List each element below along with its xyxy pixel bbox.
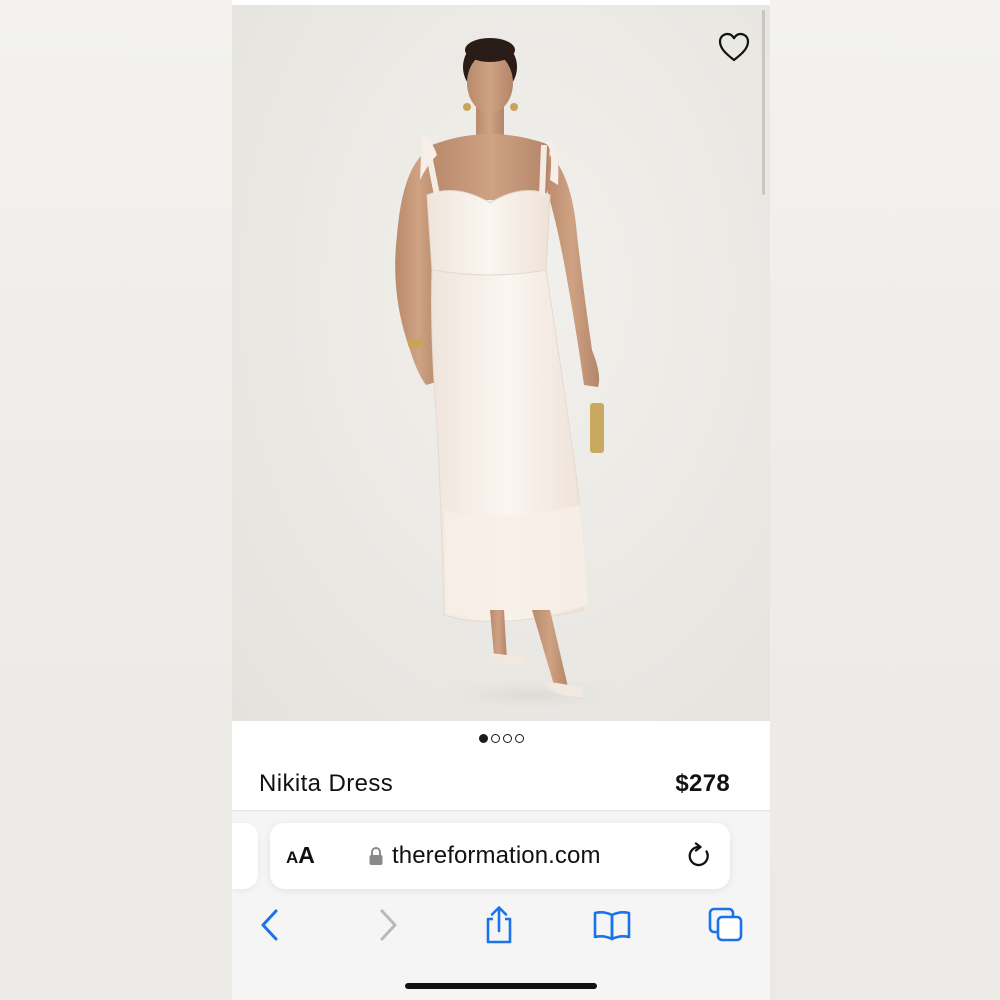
- carousel-dot-1[interactable]: [478, 733, 488, 743]
- browser-chrome: A A thereformation.com: [232, 811, 770, 1000]
- scroll-indicator[interactable]: [762, 10, 765, 195]
- carousel-dot-3[interactable]: [502, 733, 512, 743]
- forward-button[interactable]: [366, 903, 410, 947]
- background-right: [770, 0, 1000, 1000]
- wishlist-button[interactable]: [714, 27, 754, 67]
- chevron-left-icon: [261, 909, 278, 941]
- carousel-dots[interactable]: [232, 730, 770, 746]
- product-price: $278: [675, 770, 730, 797]
- home-indicator[interactable]: [405, 983, 597, 989]
- phone-screen: Nikita Dress $278 A A thereformation.com: [232, 0, 770, 1000]
- text-size-button[interactable]: A A: [286, 842, 315, 870]
- lock-icon: [369, 847, 383, 865]
- back-button[interactable]: [248, 903, 292, 947]
- text-size-big-label: A: [298, 842, 315, 868]
- share-icon: [486, 906, 512, 944]
- bookmarks-button[interactable]: [590, 903, 634, 947]
- tabs-button[interactable]: [704, 903, 748, 947]
- tabs-icon: [708, 907, 743, 942]
- product-info-row: Nikita Dress $278: [232, 760, 770, 808]
- text-size-small-label: A: [286, 848, 299, 867]
- product-image[interactable]: [232, 5, 770, 721]
- book-icon: [593, 911, 631, 941]
- background-left: [0, 0, 232, 1000]
- browser-toolbar: [232, 903, 770, 947]
- dress-model-illustration: [395, 38, 642, 713]
- share-button[interactable]: [477, 903, 521, 947]
- chevron-right-icon: [380, 909, 397, 941]
- carousel-dot-4[interactable]: [514, 733, 524, 743]
- reload-button[interactable]: [684, 841, 714, 871]
- previous-tab-preview[interactable]: [232, 823, 258, 889]
- url-text: thereformation.com: [392, 842, 601, 869]
- heart-icon: [718, 32, 750, 62]
- reload-icon: [688, 842, 709, 867]
- product-name: Nikita Dress: [259, 770, 394, 797]
- url-display[interactable]: thereformation.com: [368, 841, 601, 871]
- carousel-dot-2[interactable]: [490, 733, 500, 743]
- address-bar[interactable]: A A thereformation.com: [270, 823, 730, 889]
